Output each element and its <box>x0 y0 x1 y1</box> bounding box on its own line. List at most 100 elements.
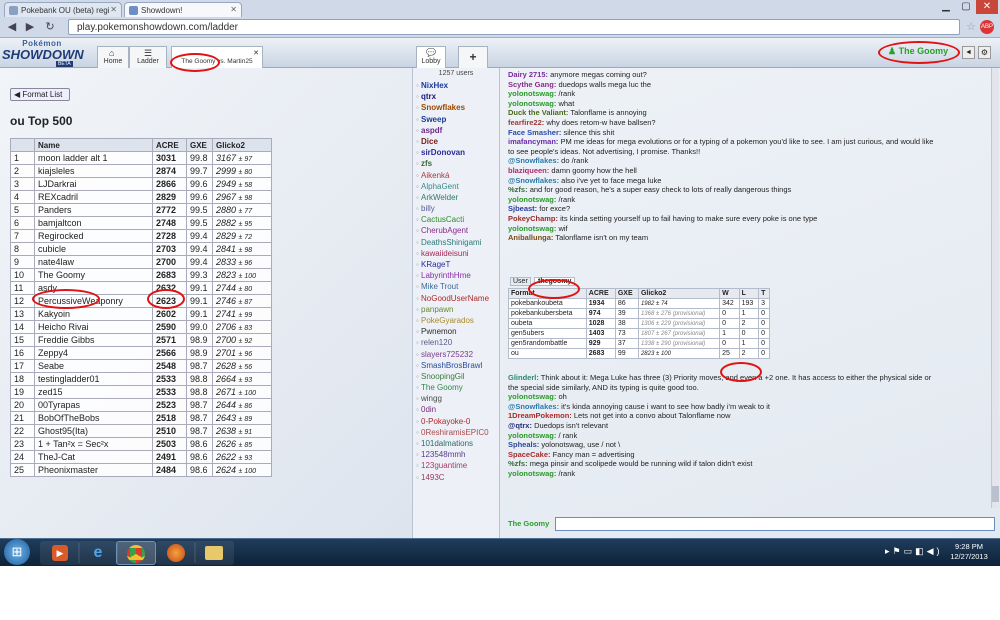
firefox-icon[interactable] <box>156 541 196 565</box>
volume-icon[interactable]: ◄ <box>962 46 975 59</box>
gear-icon[interactable]: ⚙ <box>978 46 991 59</box>
player-name-link[interactable]: Freddie Gibbs <box>34 333 153 347</box>
user-list-item[interactable]: ◦ NixHex <box>413 80 499 91</box>
user-list-item[interactable]: ◦ NoGoodUserName <box>413 293 499 304</box>
start-button[interactable]: ⊞ <box>4 539 30 565</box>
chat-username[interactable]: yolonotswag: <box>508 224 556 233</box>
close-icon[interactable]: ✕ <box>230 5 237 14</box>
chat-username[interactable]: PokeyChamp: <box>508 214 558 223</box>
chat-scrollbar[interactable] <box>991 68 999 508</box>
player-name-link[interactable]: Ghost95(Ita) <box>34 424 153 438</box>
user-list-item[interactable]: ◦ 0din <box>413 404 499 415</box>
user-list-item[interactable]: ◦ AlphaGent <box>413 181 499 192</box>
player-name-link[interactable]: kiajsleles <box>34 164 153 178</box>
chat-username[interactable]: SpaceCake: <box>508 450 551 459</box>
chat-username[interactable]: %zfs: <box>508 185 528 194</box>
user-list-item[interactable]: ◦ slayers725232 <box>413 349 499 360</box>
user-list-item[interactable]: ◦ kawaiideisuni <box>413 248 499 259</box>
user-list-item[interactable]: ◦ PokeGyarados <box>413 315 499 326</box>
chat-username[interactable]: @Snowflakes: <box>508 176 559 185</box>
address-bar[interactable]: play.pokemonshowdown.com/ladder <box>68 19 960 35</box>
internet-explorer-icon[interactable]: e <box>78 541 118 565</box>
user-list-item[interactable]: ◦ Mike Trout <box>413 281 499 292</box>
close-icon[interactable]: ✕ <box>110 5 117 14</box>
chat-username[interactable]: 1DreamPokemon: <box>508 411 572 420</box>
chat-username[interactable]: yolonotswag: <box>508 392 556 401</box>
chat-username[interactable]: %zfs: <box>508 459 528 468</box>
chat-username[interactable]: Glinderl: <box>508 373 539 382</box>
player-name-link[interactable]: Zeppy4 <box>34 346 153 360</box>
extension-icon[interactable]: ABP <box>980 20 994 34</box>
browser-tab-showdown[interactable]: Showdown! ✕ <box>124 2 242 17</box>
forward-icon[interactable]: ▶ <box>22 19 38 35</box>
chat-username[interactable]: @qtrx: <box>508 421 532 430</box>
chat-username[interactable]: Dairy 2715: <box>508 70 548 79</box>
minimize-button[interactable]: ▁ <box>936 0 956 14</box>
player-name-link[interactable]: LJDarkrai <box>34 177 153 191</box>
player-name-link[interactable]: Heicho Rivai <box>34 320 153 334</box>
tab-home[interactable]: ⌂ Home <box>97 46 129 68</box>
folder-icon[interactable] <box>194 541 234 565</box>
chat-username[interactable]: fearfire22: <box>508 118 544 127</box>
media-player-icon[interactable]: ▶ <box>40 541 80 565</box>
user-list-item[interactable]: ◦ The Goomy <box>413 382 499 393</box>
chat-username[interactable]: yolonotswag: <box>508 469 556 478</box>
new-tab-button[interactable]: + <box>458 46 488 68</box>
chat-username[interactable]: Duck the Valiant: <box>508 108 568 117</box>
user-list-item[interactable]: ◦ SnoopingGil <box>413 371 499 382</box>
player-name-link[interactable]: moon ladder alt 1 <box>34 151 153 165</box>
user-list-item[interactable]: ◦ relen120 <box>413 337 499 348</box>
user-list-item[interactable]: ◦ Pwnemon <box>413 326 499 337</box>
player-name-link[interactable]: testingladder01 <box>34 372 153 386</box>
chrome-icon[interactable] <box>116 541 156 565</box>
player-name-link[interactable]: bamjaltcon <box>34 216 153 230</box>
close-icon[interactable]: ✕ <box>253 49 259 57</box>
chat-username[interactable]: imafancyman: <box>508 137 558 146</box>
browser-tab-pokebank[interactable]: Pokebank OU (beta) regi ✕ <box>4 2 122 17</box>
user-list-item[interactable]: ◦ Dice <box>413 136 499 147</box>
player-name-link[interactable]: nate4law <box>34 255 153 269</box>
user-list-item[interactable]: ◦ KRageT <box>413 259 499 270</box>
player-name-link[interactable]: Kakyoin <box>34 307 153 321</box>
format-list-button[interactable]: ◀ Format List <box>10 88 70 101</box>
maximize-button[interactable]: ▢ <box>956 0 976 14</box>
chat-input[interactable] <box>555 517 995 531</box>
user-list-item[interactable]: ◦ Sweep <box>413 114 499 125</box>
player-name-link[interactable]: Seabe <box>34 359 153 373</box>
user-list-item[interactable]: ◦ wingg <box>413 393 499 404</box>
chat-username[interactable]: Sjbeast: <box>508 204 537 213</box>
user-list-item[interactable]: ◦ Aikenká <box>413 170 499 181</box>
chat-username[interactable]: yolonotswag: <box>508 195 556 204</box>
user-list-item[interactable]: ◦ LabyrinthHme <box>413 270 499 281</box>
user-list-item[interactable]: ◦ 123guantime <box>413 460 499 471</box>
user-list-item[interactable]: ◦ SmashBrosBrawl <box>413 360 499 371</box>
chat-username[interactable]: Spheals: <box>508 440 539 449</box>
star-icon[interactable]: ☆ <box>963 19 979 35</box>
player-name-link[interactable]: REXcadril <box>34 190 153 204</box>
chat-username[interactable]: Face Smasher: <box>508 128 561 137</box>
chat-username[interactable]: yolonotswag: <box>508 99 556 108</box>
chat-username[interactable]: yolonotswag: <box>508 431 556 440</box>
user-list-item[interactable]: ◦ ArkWelder <box>413 192 499 203</box>
player-name-link[interactable]: The Goomy <box>34 268 153 282</box>
tray-icons[interactable]: ▸⚑▭◧◀) <box>885 546 940 557</box>
user-list-item[interactable]: ◦ 123548mmh <box>413 449 499 460</box>
tab-lobby[interactable]: 💬 Lobby <box>416 46 446 68</box>
window-close-button[interactable]: ✕ <box>976 0 998 14</box>
user-list-item[interactable]: ◦ 1493C <box>413 472 499 483</box>
user-list-item[interactable]: ◦ 0ReshiramisEPIC0 <box>413 427 499 438</box>
back-icon[interactable]: ◀ <box>4 19 20 35</box>
player-name-link[interactable]: 00Tyrapas <box>34 398 153 412</box>
tab-ladder[interactable]: ☰ Ladder <box>129 46 167 68</box>
scroll-thumb[interactable] <box>992 486 999 502</box>
user-list-item[interactable]: ◦ CactusCacti <box>413 214 499 225</box>
chat-username[interactable]: Aniballunga: <box>508 233 553 242</box>
player-name-link[interactable]: Panders <box>34 203 153 217</box>
user-list-item[interactable]: ◦ Snowflakes <box>413 102 499 113</box>
player-name-link[interactable]: cubicle <box>34 242 153 256</box>
player-name-link[interactable]: TheJ-Cat <box>34 450 153 464</box>
player-name-link[interactable]: zed15 <box>34 385 153 399</box>
player-name-link[interactable]: Pheonixmaster <box>34 463 153 477</box>
chat-username[interactable]: @Snowflakes: <box>508 402 559 411</box>
clock[interactable]: 9:28 PM 12/27/2013 <box>945 542 993 562</box>
